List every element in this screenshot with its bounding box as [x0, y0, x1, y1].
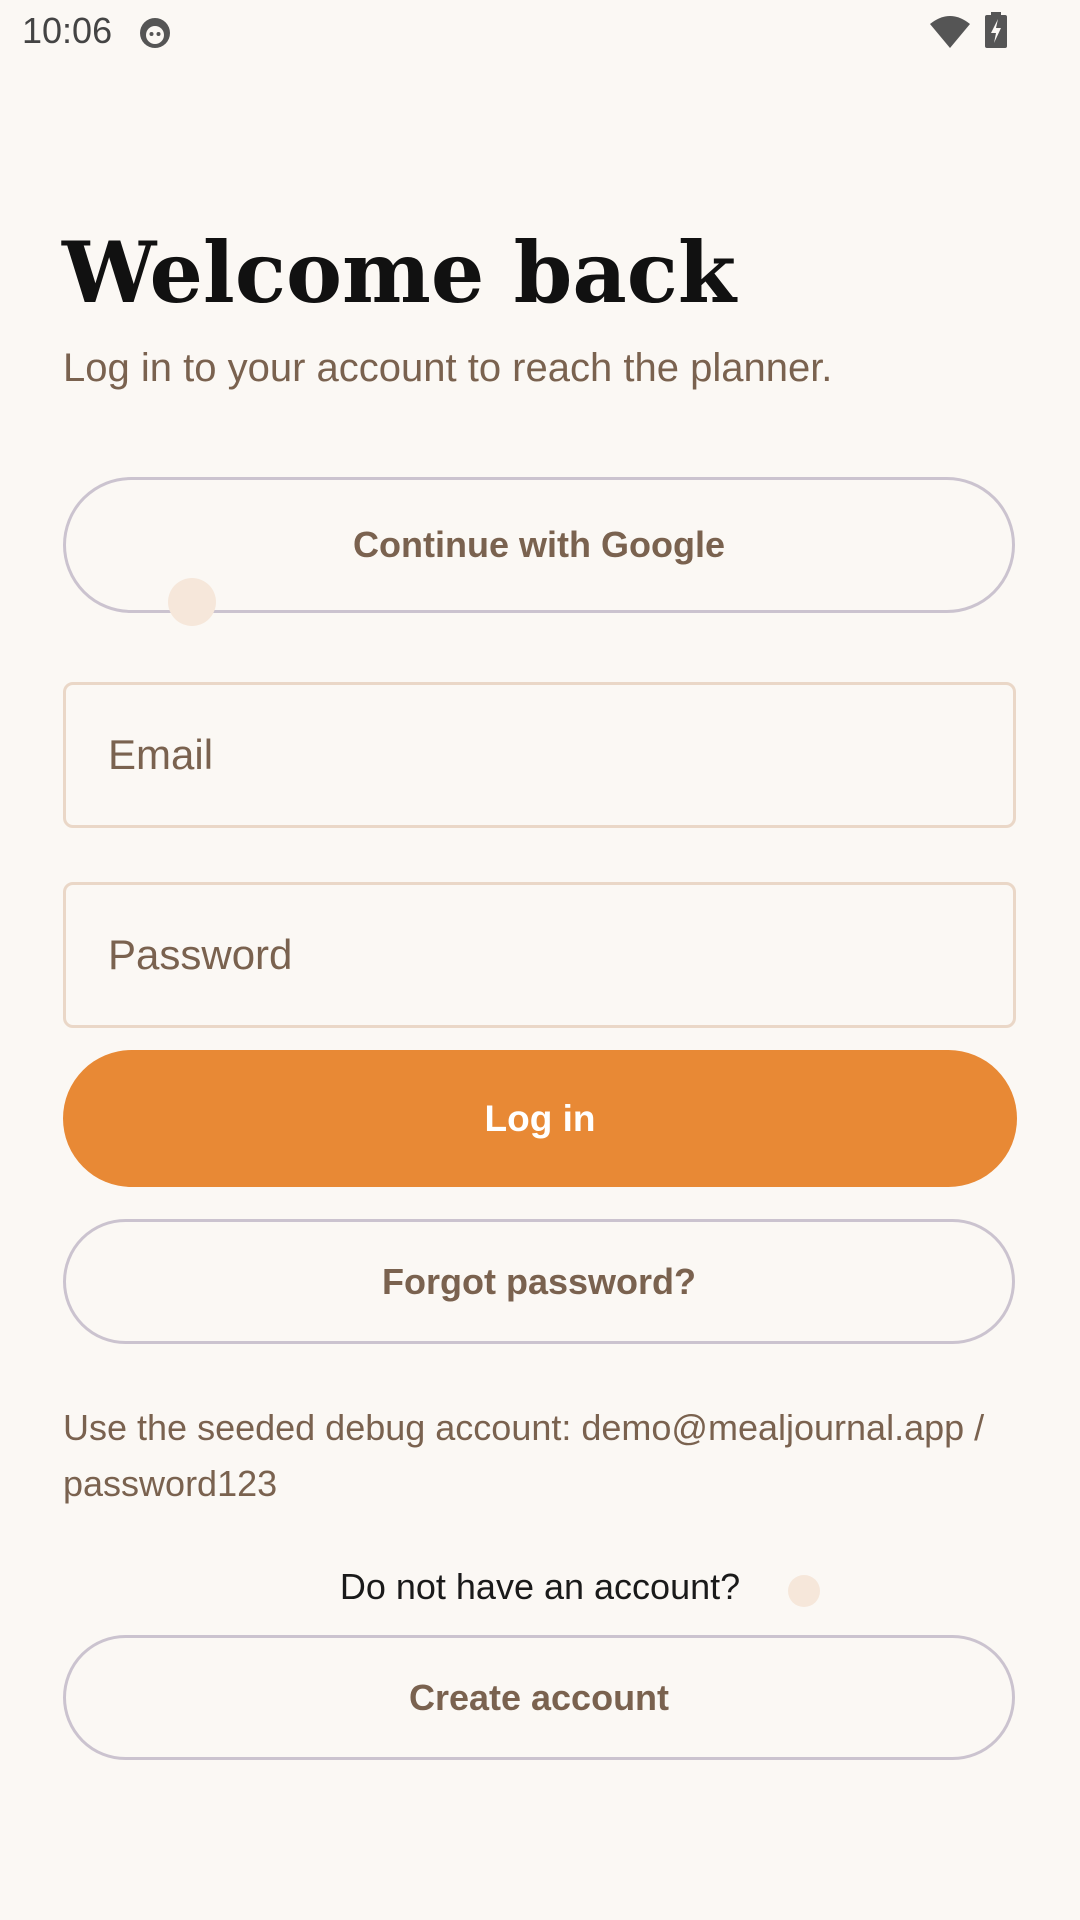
page-subtitle: Log in to your account to reach the plan…: [63, 346, 833, 390]
create-account-button[interactable]: Create account: [63, 1635, 1015, 1760]
touch-ripple: [168, 578, 216, 626]
login-button-label: Log in: [484, 1097, 596, 1139]
email-placeholder: Email: [108, 731, 214, 778]
status-bar: 10:06: [0, 0, 1080, 64]
touch-ripple: [788, 1575, 820, 1607]
forgot-password-button[interactable]: Forgot password?: [63, 1219, 1015, 1344]
forgot-password-label: Forgot password?: [382, 1260, 696, 1302]
create-account-label: Create account: [408, 1676, 670, 1718]
continue-with-google-label: Continue with Google: [353, 524, 725, 565]
password-placeholder: Password: [108, 931, 293, 978]
debug-account-note: Use the seeded debug account: demo@mealj…: [63, 1407, 985, 1504]
status-time: 10:06: [22, 10, 113, 51]
password-field[interactable]: Password: [63, 882, 1016, 1028]
battery-charging-icon: [985, 12, 1007, 48]
login-button[interactable]: Log in: [63, 1050, 1017, 1187]
wifi-icon: [930, 16, 970, 48]
no-account-text: Do not have an account?: [339, 1566, 741, 1607]
email-field[interactable]: Email: [63, 682, 1016, 828]
page-title: Welcome back: [62, 223, 737, 322]
android-debug-icon: [140, 18, 170, 48]
